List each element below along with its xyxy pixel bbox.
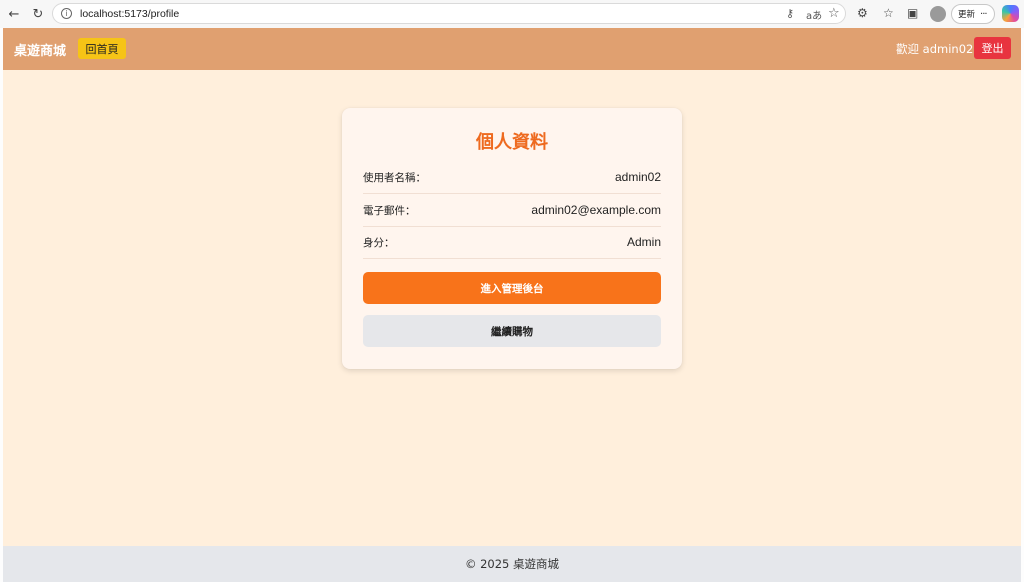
footer-copyright: © 2025 桌遊商城 <box>464 557 560 571</box>
url-text[interactable]: localhost:5173/profile <box>80 8 179 20</box>
update-button[interactable]: 更新 ··· <box>951 4 995 24</box>
update-label: 更新 <box>958 10 976 20</box>
read-aloud-icon[interactable]: aあ <box>806 7 822 22</box>
role-value: Admin <box>626 235 661 249</box>
email-value: admin02@example.com <box>531 203 661 217</box>
site-footer: © 2025 桌遊商城 <box>3 546 1021 582</box>
admin-dashboard-button[interactable]: 進入管理後台 <box>363 272 661 304</box>
back-arrow-icon[interactable]: ← <box>5 5 23 23</box>
info-row-username: 使用者名稱： admin02 <box>363 161 661 194</box>
site-info-icon[interactable]: i <box>61 8 72 19</box>
email-label: 電子郵件： <box>363 204 416 217</box>
continue-shopping-button[interactable]: 繼續購物 <box>363 315 661 347</box>
profile-title: 個人資料 <box>476 132 548 153</box>
home-button[interactable]: 回首頁 <box>78 38 126 59</box>
browser-toolbar: ← ↻ i localhost:5173/profile ⚷ aあ ☆ ⚙ ☆ … <box>0 0 1024 28</box>
info-row-role: 身分： Admin <box>363 226 661 259</box>
copilot-icon[interactable] <box>1002 5 1019 22</box>
extensions-icon[interactable]: ⚙ <box>857 6 868 20</box>
reload-icon[interactable]: ↻ <box>29 5 47 23</box>
collections-icon[interactable]: ▣ <box>907 6 918 20</box>
role-label: 身分： <box>363 236 395 249</box>
logout-button[interactable]: 登出 <box>974 37 1011 59</box>
key-icon[interactable]: ⚷ <box>786 7 794 20</box>
more-menu-icon[interactable]: ··· <box>980 9 987 20</box>
profile-avatar-icon[interactable] <box>930 6 946 22</box>
favorites-list-icon[interactable]: ☆ <box>883 6 894 20</box>
favorite-star-icon[interactable]: ☆ <box>828 6 840 21</box>
username-label: 使用者名稱： <box>363 171 426 184</box>
info-row-email: 電子郵件： admin02@example.com <box>363 194 661 227</box>
username-value: admin02 <box>614 170 661 184</box>
profile-card: 個人資料 使用者名稱： admin02 電子郵件： admin02@exampl… <box>342 108 682 369</box>
site-brand[interactable]: 桌遊商城 <box>14 40 66 59</box>
welcome-text: 歡迎 admin02 <box>896 42 974 56</box>
address-bar[interactable]: i localhost:5173/profile <box>52 3 846 24</box>
site-header: 桌遊商城 回首頁 歡迎 admin02 登出 <box>3 28 1021 70</box>
